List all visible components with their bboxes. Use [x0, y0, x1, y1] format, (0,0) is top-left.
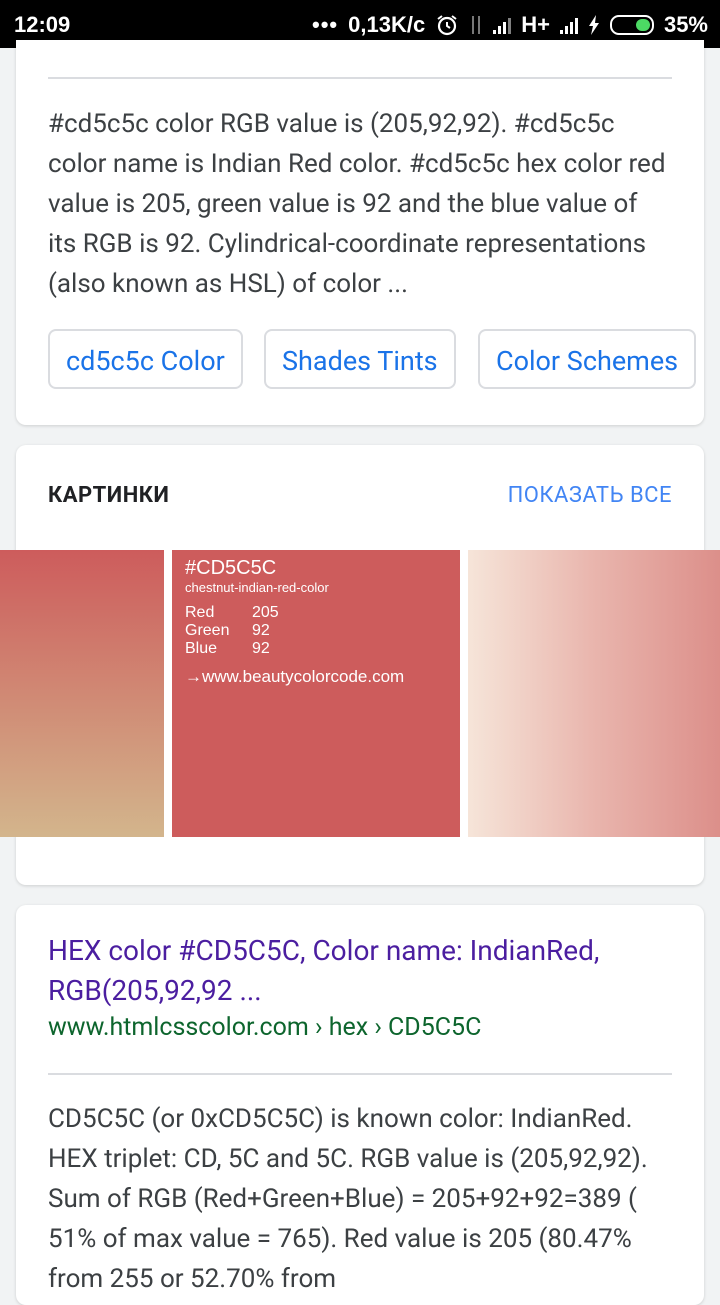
result-snippet: CD5C5C (or 0xCD5C5C) is known color: Ind… — [48, 1104, 648, 1294]
battery-percent: 35% — [663, 12, 708, 37]
result-snippet: #cd5c5c color RGB value is (205,92,92). … — [48, 109, 666, 299]
result-card: #cd5c5c color RGB value is (205,92,92). … — [16, 40, 704, 425]
result-card: HEX color #CD5C5C, Color name: IndianRed… — [16, 905, 704, 1305]
chip-shades-tints[interactable]: Shades Tints — [264, 329, 456, 389]
image-row-label: Blue — [185, 640, 218, 657]
image-row-value: 92 — [252, 622, 270, 639]
result-url[interactable]: www.htmlcsscolor.com › hex › CD5C5C — [48, 1013, 481, 1042]
status-icons: ••• 0,13K/c H+ 35% — [312, 12, 708, 38]
image-row-value: 92 — [252, 640, 270, 657]
image-row-value: 205 — [252, 604, 279, 621]
divider — [48, 77, 672, 79]
battery-icon — [609, 15, 654, 35]
chip-color-schemes[interactable]: Color Schemes — [478, 329, 697, 389]
network-speed: 0,13K/c — [348, 12, 426, 37]
image-thumbnail[interactable] — [468, 550, 720, 837]
more-dots-icon: ••• — [312, 12, 339, 37]
data-arrows-icon — [472, 16, 481, 34]
clock: 12:09 — [14, 12, 71, 37]
image-hex-text: #CD5C5C — [185, 557, 277, 579]
charging-icon — [588, 15, 599, 35]
image-thumbnail[interactable] — [0, 550, 164, 837]
image-subtitle: chestnut-indian-red-color — [185, 580, 329, 595]
signal-icon — [559, 16, 578, 34]
alarm-icon — [437, 15, 457, 36]
show-all-link[interactable]: ПОКАЗАТЬ ВСЕ — [508, 483, 672, 508]
images-title: КАРТИНКИ — [48, 483, 170, 508]
result-title-link[interactable]: HEX color #CD5C5C, Color name: IndianRed… — [48, 931, 672, 1011]
signal-icon — [493, 16, 512, 34]
image-url-text: →www.beautycolorcode.com — [185, 667, 405, 686]
image-row-label: Red — [185, 604, 215, 621]
divider — [48, 1073, 672, 1075]
image-thumbnail[interactable]: #CD5C5C chestnut-indian-red-color Red 20… — [172, 550, 460, 837]
network-type: H+ — [521, 12, 550, 37]
chip-cd5c5c-color[interactable]: cd5c5c Color — [48, 329, 243, 389]
image-carousel[interactable]: #CD5C5C chestnut-indian-red-color Red 20… — [0, 550, 720, 837]
image-row-label: Green — [185, 622, 230, 639]
